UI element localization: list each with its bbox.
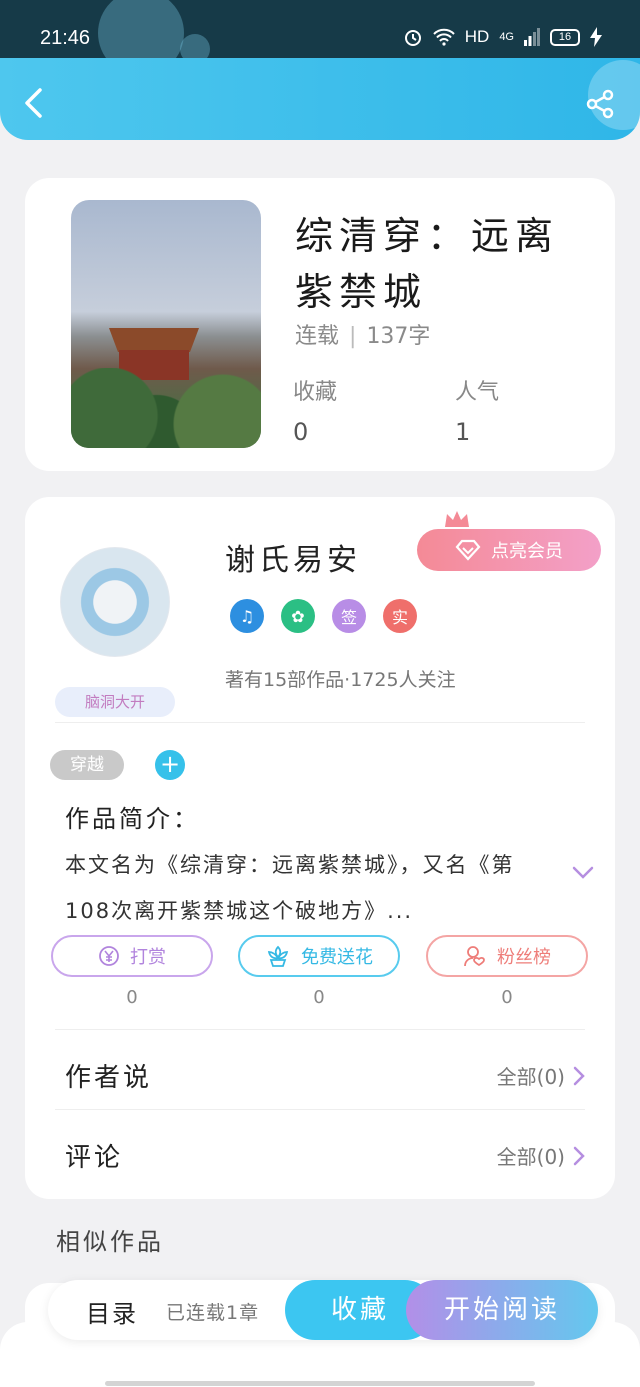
comments-all-link[interactable]: 全部(0) — [497, 1141, 585, 1170]
comments-label[interactable]: 评论 — [65, 1137, 123, 1174]
music-badge-icon[interactable]: ♫ — [230, 599, 264, 633]
crown-icon — [445, 511, 469, 527]
bottom-action-bar: 目录 已连载1章 收藏 开始阅读 — [48, 1280, 598, 1340]
divider — [55, 1029, 585, 1030]
verified-badge[interactable]: 实 — [383, 599, 417, 633]
popularity-count: 1 — [455, 418, 471, 446]
author-stats: 著有15部作品·1725人关注 — [225, 669, 456, 691]
book-cover[interactable] — [71, 200, 261, 448]
send-flower-label: 免费送花 — [301, 947, 373, 968]
status-icons: HD 4G 16 — [403, 27, 602, 47]
toc-button[interactable]: 目录 — [86, 1294, 138, 1329]
chapter-count[interactable]: 已连载1章 — [166, 1298, 259, 1325]
reward-label: 打赏 — [130, 947, 166, 968]
reward-count: 0 — [126, 987, 138, 1008]
chevron-down-icon[interactable] — [571, 865, 595, 881]
yen-icon — [99, 946, 119, 966]
favorites-label: 收藏 — [293, 380, 338, 405]
intro-text[interactable]: 本文名为《综清穿：远离紫禁城》，又名《第108次离开紫禁城这个破地方》... — [65, 842, 545, 934]
decor-bubble — [180, 34, 210, 58]
handshake-badge-icon[interactable]: ✿ — [281, 599, 315, 633]
divider — [55, 722, 585, 723]
decor-bubble — [98, 0, 184, 58]
book-info-card: 综清穿：远离紫禁城 连载 | 137字 收藏 人气 0 1 — [25, 178, 615, 471]
share-button[interactable] — [584, 88, 616, 120]
favorites-count: 0 — [293, 418, 309, 446]
fans-ranking-label: 粉丝榜 — [497, 947, 551, 968]
fans-ranking-button[interactable]: 粉丝榜 — [426, 935, 588, 977]
wifi-icon — [433, 28, 455, 46]
diamond-icon — [455, 539, 481, 561]
cover-roof — [109, 328, 199, 352]
top-header — [0, 58, 640, 140]
status-time: 21:46 — [40, 27, 91, 49]
status-bar: 21:46 HD 4G 16 — [0, 0, 640, 58]
home-indicator[interactable] — [105, 1381, 535, 1386]
battery-icon: 16 — [550, 28, 580, 46]
vip-button-label: 点亮会员 — [491, 541, 563, 562]
author-says-label[interactable]: 作者说 — [65, 1057, 152, 1094]
similar-works-title: 相似作品 — [56, 1228, 164, 1256]
book-meta: 连载 | 137字 — [295, 318, 430, 350]
send-flower-button[interactable]: 免费送花 — [238, 935, 400, 977]
book-title: 综清穿：远离紫禁城 — [295, 214, 560, 314]
network-label: HD — [464, 27, 490, 46]
book-status: 连载 — [295, 324, 340, 349]
popularity-label: 人气 — [455, 380, 500, 405]
charging-icon — [590, 27, 602, 47]
author-badges: ♫ ✿ 签 实 — [230, 599, 417, 633]
add-tag-button[interactable]: + — [155, 750, 185, 780]
comments-all-label: 全部(0) — [496, 1145, 565, 1169]
flower-icon — [267, 945, 289, 967]
author-says-all-link[interactable]: 全部(0) — [497, 1061, 585, 1090]
author-detail-card: 脑洞大开 谢氏易安 点亮会员 ♫ ✿ 签 实 著有15部作品·1725人关注 穿… — [25, 497, 615, 1199]
fans-icon — [464, 946, 485, 967]
author-name[interactable]: 谢氏易安 — [225, 535, 361, 579]
start-reading-button[interactable]: 开始阅读 — [406, 1280, 598, 1340]
cover-trees — [71, 368, 261, 448]
chevron-right-icon — [573, 1146, 585, 1165]
meta-separator: | — [349, 324, 357, 349]
flower-count: 0 — [313, 987, 325, 1008]
fans-count: 0 — [501, 987, 513, 1008]
divider — [55, 1109, 585, 1110]
author-avatar[interactable] — [60, 547, 170, 657]
signal-label: 4G — [499, 31, 514, 43]
genre-tag[interactable]: 穿越 — [50, 750, 124, 780]
signed-badge[interactable]: 签 — [332, 599, 366, 633]
book-word-count: 137字 — [366, 324, 431, 349]
intro-title: 作品简介： — [65, 805, 200, 833]
avatar-tag: 脑洞大开 — [55, 687, 175, 717]
signal-icon — [524, 28, 540, 46]
reward-button[interactable]: 打赏 — [51, 935, 213, 977]
back-button[interactable] — [20, 86, 50, 120]
vip-button[interactable]: 点亮会员 — [417, 529, 601, 571]
author-says-all-label: 全部(0) — [496, 1065, 565, 1089]
alarm-icon — [404, 30, 421, 46]
chevron-right-icon — [573, 1066, 585, 1085]
